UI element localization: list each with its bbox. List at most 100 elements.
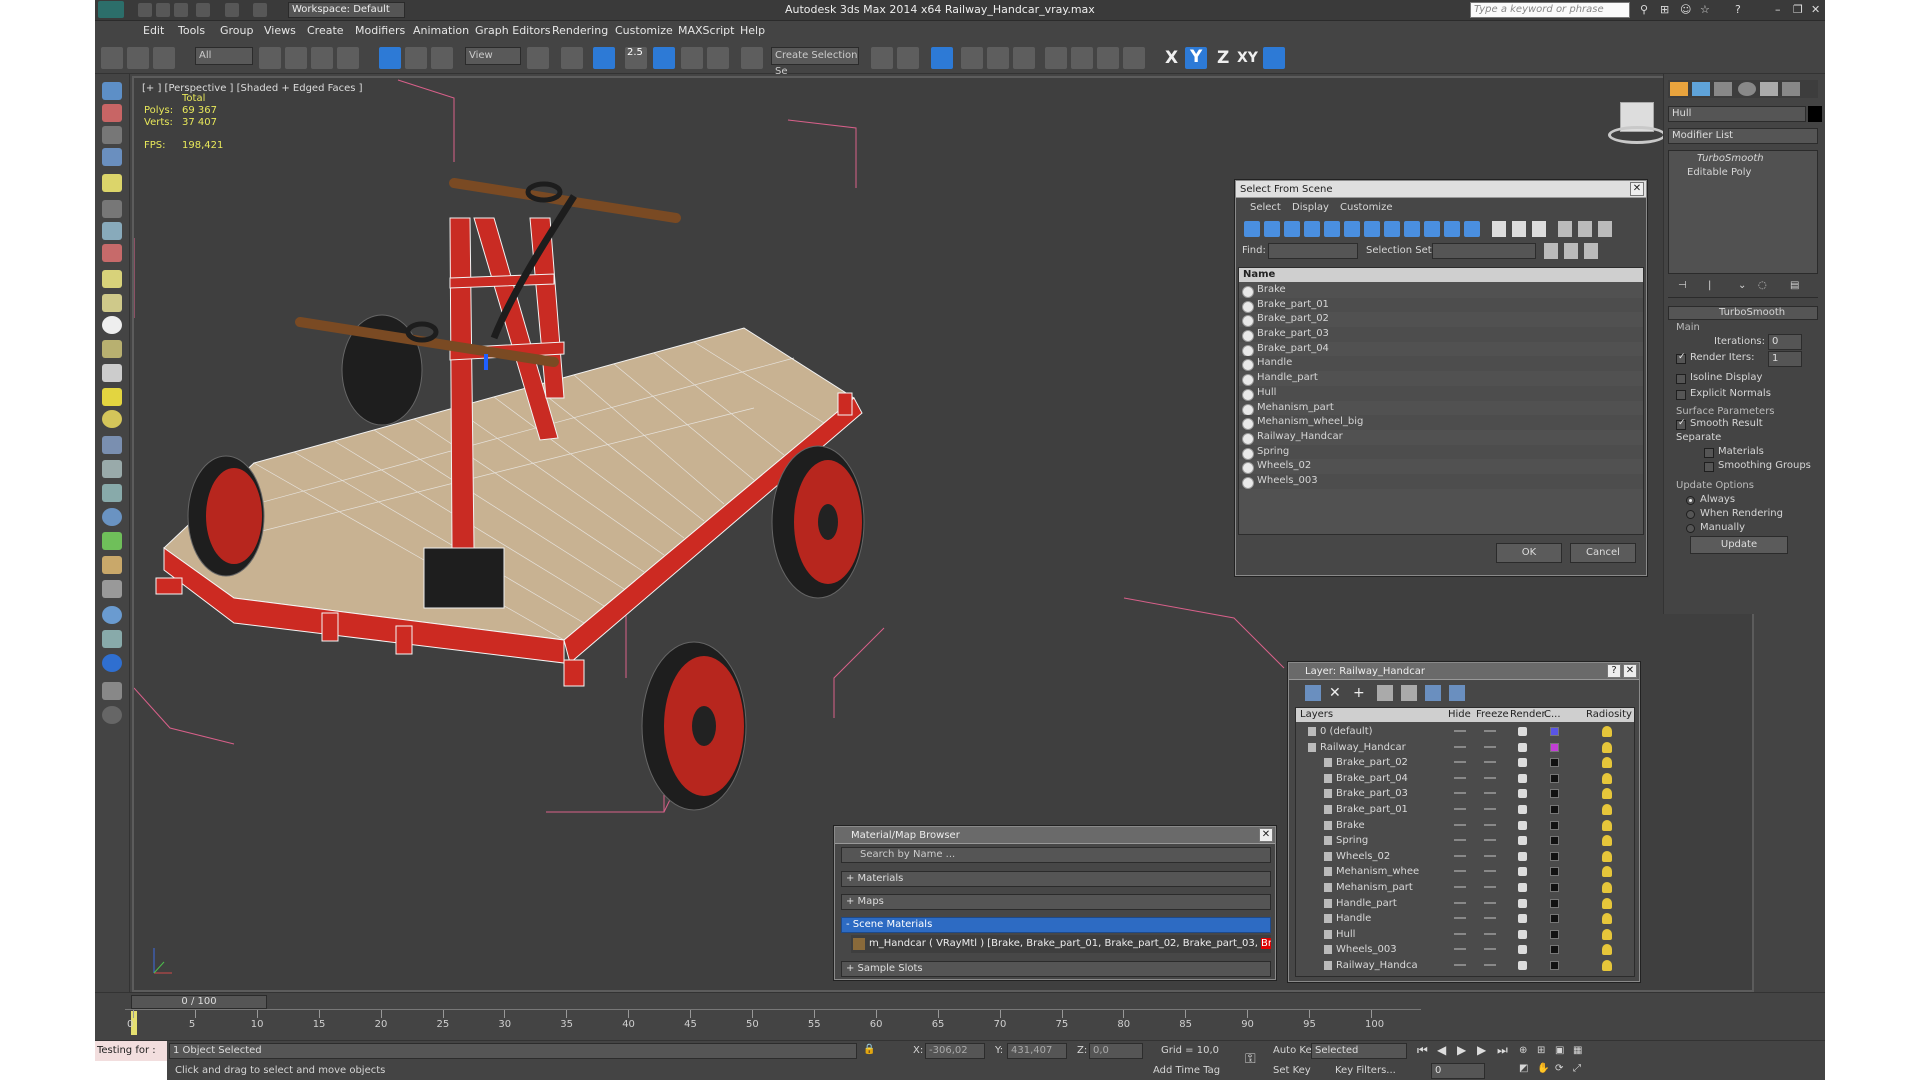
zoom-icon[interactable]: ⊕ <box>1519 1045 1527 1056</box>
materials-checkbox[interactable] <box>1704 448 1714 458</box>
col-freeze[interactable]: Freeze <box>1476 708 1509 722</box>
material-search-input[interactable]: Search by Name ... <box>841 847 1271 863</box>
window-crossing-icon[interactable] <box>337 47 359 69</box>
fov-icon[interactable]: ◩ <box>1519 1063 1528 1074</box>
motion-tab-icon[interactable] <box>1738 82 1756 96</box>
always-radio[interactable] <box>1686 496 1695 505</box>
save-file-icon[interactable] <box>174 3 188 17</box>
freeze-toggle[interactable] <box>1484 901 1496 904</box>
hide-toggle[interactable] <box>1454 886 1466 888</box>
render-teapot-icon[interactable] <box>1518 789 1527 799</box>
radiosity-icon[interactable] <box>1602 866 1612 878</box>
object-color-swatch[interactable] <box>1808 106 1822 122</box>
favorites-icon[interactable]: ☆ <box>1700 3 1710 16</box>
render-teapot-icon[interactable] <box>1518 914 1527 924</box>
menu-modifiers[interactable]: Modifiers <box>355 24 405 37</box>
radiosity-icon[interactable] <box>1602 772 1612 784</box>
new-layer-icon[interactable] <box>1305 685 1321 701</box>
lightbulb-icon[interactable] <box>102 174 122 192</box>
display-xrefs-icon[interactable] <box>1384 221 1400 237</box>
render-teapot-icon[interactable] <box>1518 742 1527 752</box>
subscription-icon[interactable]: ⊞ <box>1660 3 1669 16</box>
menu-views[interactable]: Views <box>264 24 296 37</box>
curve-editor-icon[interactable] <box>987 47 1009 69</box>
radiosity-icon[interactable] <box>1602 741 1612 753</box>
display-hidden-icon[interactable] <box>1464 221 1480 237</box>
list-icon[interactable] <box>102 126 122 144</box>
time-slider[interactable]: 0 / 100 <box>131 995 267 1009</box>
named-selection-dropdown[interactable]: Create Selection Se <box>771 47 859 77</box>
hierarchy-icon[interactable] <box>1578 221 1592 237</box>
maxscript-listener[interactable]: Testing for : <box>95 1041 167 1061</box>
display-helpers-icon[interactable] <box>1324 221 1340 237</box>
radiosity-icon[interactable] <box>1602 788 1612 800</box>
select-object-icon[interactable] <box>259 47 281 69</box>
utilities-tab-icon[interactable] <box>1782 82 1800 96</box>
schematic-view-icon[interactable] <box>1013 47 1035 69</box>
layer-color-swatch[interactable] <box>1550 820 1559 830</box>
layer-object-row[interactable]: Brake_part_02 <box>1296 755 1634 770</box>
camera-icon[interactable] <box>102 484 122 502</box>
freeze-toggle[interactable] <box>1484 839 1496 842</box>
render-teapot-icon[interactable] <box>1518 758 1527 768</box>
radiosity-icon[interactable] <box>1602 819 1612 831</box>
freeze-toggle[interactable] <box>1484 730 1496 732</box>
layer-color-swatch[interactable] <box>1550 742 1559 752</box>
show-end-result-icon[interactable]: | <box>1708 280 1711 291</box>
select-all-icon[interactable] <box>1492 221 1506 237</box>
select-menu-select[interactable]: Select <box>1250 202 1281 213</box>
link-icon[interactable] <box>101 47 123 69</box>
select-menu-customize[interactable]: Customize <box>1340 202 1393 213</box>
key-icon[interactable]: ⚿ <box>1245 1051 1256 1067</box>
hide-toggle[interactable] <box>1454 745 1466 748</box>
layer-object-row[interactable]: Mehanism_part <box>1296 880 1634 895</box>
help-icon[interactable]: ? <box>1735 3 1741 16</box>
layer-color-swatch[interactable] <box>1550 883 1559 892</box>
spacewarp-icon[interactable] <box>102 460 122 478</box>
layer-object-row[interactable]: Mehanism_whee <box>1296 864 1634 879</box>
menu-graph-editors[interactable]: Graph Editors <box>475 24 551 37</box>
key-filters-button[interactable]: Key Filters... <box>1335 1065 1396 1076</box>
menu-create[interactable]: Create <box>307 24 344 37</box>
render-production-icon[interactable] <box>1123 47 1145 69</box>
layer-row[interactable]: Railway_Handcar <box>1296 740 1634 755</box>
object-name-field[interactable]: Hull <box>1668 106 1806 122</box>
render-teapot-icon[interactable] <box>1518 727 1527 736</box>
layer-color-swatch[interactable] <box>1550 929 1559 939</box>
isoline-checkbox[interactable] <box>1676 374 1686 384</box>
select-none-icon[interactable] <box>1512 221 1526 237</box>
box-icon[interactable] <box>102 270 122 288</box>
sphere-icon[interactable] <box>102 316 122 334</box>
layer-object-row[interactable]: Brake_part_03 <box>1296 786 1634 801</box>
render-teapot-icon[interactable] <box>1518 898 1527 908</box>
communication-icon[interactable]: ☺ <box>1680 3 1691 16</box>
hierarchy-tab-icon[interactable] <box>1714 82 1732 96</box>
layer-object-row[interactable]: Handle <box>1296 911 1634 926</box>
select-scale-icon[interactable] <box>431 47 453 69</box>
render-teapot-icon[interactable] <box>1518 805 1527 814</box>
pan-icon[interactable]: ✋ <box>1537 1063 1549 1074</box>
helper-icon[interactable] <box>102 222 122 240</box>
zoom-extents-all-icon[interactable]: ▦ <box>1573 1045 1582 1056</box>
layer-object-row[interactable]: Hull <box>1296 927 1634 942</box>
play-icon[interactable]: ▶ <box>1457 1043 1466 1057</box>
sun-icon[interactable] <box>102 388 122 406</box>
hide-toggle[interactable] <box>1454 839 1466 842</box>
viewcube[interactable] <box>1606 98 1668 148</box>
layer-dialog-title[interactable]: Layer: Railway_Handcar ? ✕ <box>1289 663 1639 680</box>
material-browser-close-button[interactable]: ✕ <box>1259 828 1273 842</box>
maximize-viewport-icon[interactable]: ⤢ <box>1573 1063 1581 1074</box>
scene-object-item[interactable]: Mehanism_wheel_big <box>1239 415 1643 431</box>
select-invert-icon[interactable] <box>1532 221 1546 237</box>
layer-row[interactable]: 0 (default) <box>1296 724 1634 739</box>
script-icon[interactable] <box>102 630 122 648</box>
go-to-start-icon[interactable]: ⏮ <box>1417 1043 1428 1058</box>
col-color[interactable]: C... <box>1544 708 1561 722</box>
axis-x-button[interactable]: X <box>1165 48 1178 68</box>
scene-object-item[interactable]: Spring <box>1239 444 1643 460</box>
undo-icon[interactable] <box>196 3 210 17</box>
freeze-toggle[interactable] <box>1484 886 1496 888</box>
layer-object-row[interactable]: Wheels_02 <box>1296 849 1634 864</box>
col-layers[interactable]: Layers <box>1300 708 1333 722</box>
autodesk-icon[interactable] <box>102 654 122 672</box>
